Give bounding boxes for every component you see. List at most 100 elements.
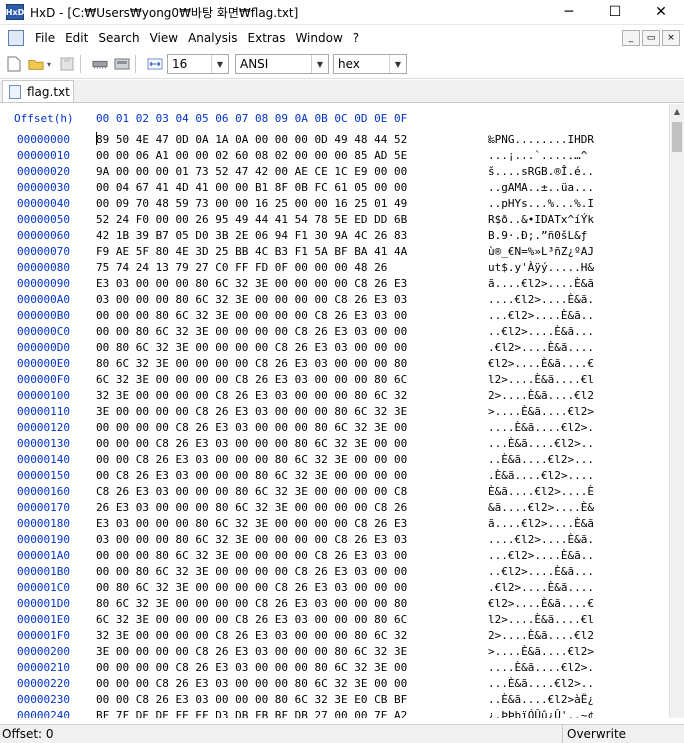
- row-offset[interactable]: 00000010: [17, 148, 70, 164]
- row-text[interactable]: È&ã....€l2>....È: [488, 484, 594, 500]
- row-text[interactable]: €l2>....È&ã....€: [488, 596, 594, 612]
- row-offset[interactable]: 000001E0: [17, 612, 70, 628]
- row-bytes[interactable]: 32 3E 00 00 00 00 C8 26 E3 03 00 00 00 8…: [96, 388, 407, 404]
- row-offset[interactable]: 000000F0: [17, 372, 70, 388]
- chevron-down-icon[interactable]: ▼: [389, 55, 406, 73]
- menu-edit[interactable]: Edit: [60, 31, 93, 45]
- row-bytes[interactable]: E3 03 00 00 00 80 6C 32 3E 00 00 00 00 C…: [96, 516, 407, 532]
- row-offset[interactable]: 00000170: [17, 500, 70, 516]
- row-bytes[interactable]: F9 AE 5F 80 4E 3D 25 BB 4C B3 F1 5A BF B…: [96, 244, 407, 260]
- row-bytes[interactable]: E3 03 00 00 00 80 6C 32 3E 00 00 00 00 C…: [96, 276, 407, 292]
- menu-extras[interactable]: Extras: [243, 31, 291, 45]
- row-bytes[interactable]: 00 00 00 80 6C 32 3E 00 00 00 00 C8 26 E…: [96, 548, 407, 564]
- row-bytes[interactable]: 00 00 00 00 C8 26 E3 03 00 00 00 80 6C 3…: [96, 420, 407, 436]
- row-offset[interactable]: 00000090: [17, 276, 70, 292]
- row-text[interactable]: 2>....È&ã....€l2: [488, 388, 594, 404]
- row-text[interactable]: .È&ã....€l2>....: [488, 468, 594, 484]
- row-text[interactable]: ...È&ã....€l2>..: [488, 436, 594, 452]
- row-text[interactable]: l2>....È&ã....€l: [488, 612, 594, 628]
- row-text[interactable]: B.9·.Ð;.”ñ0šL&ƒ: [488, 228, 587, 244]
- row-offset[interactable]: 00000080: [17, 260, 70, 276]
- row-offset[interactable]: 00000240: [17, 708, 70, 718]
- disk-icon[interactable]: [114, 56, 130, 72]
- row-text[interactable]: ..€l2>....È&ã...: [488, 324, 594, 340]
- row-offset[interactable]: 000000A0: [17, 292, 70, 308]
- row-bytes[interactable]: 42 1B 39 B7 05 D0 3B 2E 06 94 F1 30 9A 4…: [96, 228, 407, 244]
- chevron-down-icon[interactable]: ▼: [311, 55, 328, 73]
- row-offset[interactable]: 00000020: [17, 164, 70, 180]
- row-text[interactable]: R$ð..&•IDATx^íÝk: [488, 212, 594, 228]
- row-text[interactable]: ‰PNG........IHDR: [488, 132, 594, 148]
- row-bytes[interactable]: 6C 32 3E 00 00 00 00 C8 26 E3 03 00 00 0…: [96, 612, 407, 628]
- row-text[interactable]: &ã....€l2>....È&: [488, 500, 594, 516]
- row-bytes[interactable]: 00 00 00 80 6C 32 3E 00 00 00 00 C8 26 E…: [96, 308, 407, 324]
- menu-help[interactable]: ?: [348, 31, 364, 45]
- scrollbar-thumb[interactable]: [672, 122, 682, 152]
- row-bytes[interactable]: 00 C8 26 E3 03 00 00 00 80 6C 32 3E 00 0…: [96, 468, 407, 484]
- row-bytes[interactable]: 3E 00 00 00 00 C8 26 E3 03 00 00 00 80 6…: [96, 644, 407, 660]
- ram-chip-icon[interactable]: [92, 56, 108, 72]
- row-text[interactable]: ù®_€N=%»L³ñZ¿ºAJ: [488, 244, 594, 260]
- row-offset[interactable]: 00000030: [17, 180, 70, 196]
- row-text[interactable]: .€l2>....È&ã....: [488, 580, 594, 596]
- row-offset[interactable]: 000001F0: [17, 628, 70, 644]
- row-text[interactable]: ut$.y'Àÿý.....H&: [488, 260, 594, 276]
- row-bytes[interactable]: 6C 32 3E 00 00 00 00 C8 26 E3 03 00 00 0…: [96, 372, 407, 388]
- row-bytes[interactable]: 26 E3 03 00 00 00 80 6C 32 3E 00 00 00 0…: [96, 500, 407, 516]
- row-bytes[interactable]: 00 04 67 41 4D 41 00 00 B1 8F 0B FC 61 0…: [96, 180, 407, 196]
- row-offset[interactable]: 00000190: [17, 532, 70, 548]
- row-offset[interactable]: 000000D0: [17, 340, 70, 356]
- open-folder-icon[interactable]: [28, 56, 44, 72]
- row-offset[interactable]: 000000E0: [17, 356, 70, 372]
- menu-file[interactable]: File: [30, 31, 60, 45]
- row-bytes[interactable]: 75 74 24 13 79 27 C0 FF FD 0F 00 00 00 4…: [96, 260, 387, 276]
- chevron-down-icon[interactable]: ▼: [211, 55, 228, 73]
- save-icon[interactable]: [59, 56, 75, 72]
- row-offset[interactable]: 00000220: [17, 676, 70, 692]
- maximize-button[interactable]: ☐: [592, 0, 638, 24]
- row-bytes[interactable]: 00 00 80 6C 32 3E 00 00 00 00 C8 26 E3 0…: [96, 324, 407, 340]
- row-bytes[interactable]: 00 00 00 00 C8 26 E3 03 00 00 00 80 6C 3…: [96, 660, 407, 676]
- document-icon[interactable]: [8, 30, 24, 46]
- row-offset[interactable]: 00000160: [17, 484, 70, 500]
- row-bytes[interactable]: 00 00 80 6C 32 3E 00 00 00 00 C8 26 E3 0…: [96, 564, 407, 580]
- menu-window[interactable]: Window: [290, 31, 347, 45]
- row-text[interactable]: ...¡...`.....…­^: [488, 148, 587, 164]
- row-text[interactable]: l2>....È&ã....€l: [488, 372, 594, 388]
- row-offset[interactable]: 00000130: [17, 436, 70, 452]
- row-bytes[interactable]: 52 24 F0 00 00 26 95 49 44 41 54 78 5E E…: [96, 212, 407, 228]
- menu-search[interactable]: Search: [93, 31, 144, 45]
- row-bytes[interactable]: 32 3E 00 00 00 00 C8 26 E3 03 00 00 00 8…: [96, 628, 407, 644]
- close-button[interactable]: ✕: [638, 0, 684, 24]
- row-text[interactable]: ..€l2>....È&ã...: [488, 564, 594, 580]
- row-offset[interactable]: 00000200: [17, 644, 70, 660]
- mdi-close-button[interactable]: ×: [662, 30, 680, 46]
- row-bytes[interactable]: 3E 00 00 00 00 C8 26 E3 03 00 00 00 80 6…: [96, 404, 407, 420]
- row-bytes[interactable]: 00 00 C8 26 E3 03 00 00 00 80 6C 32 3E E…: [96, 692, 407, 708]
- row-bytes[interactable]: 00 80 6C 32 3E 00 00 00 00 C8 26 E3 03 0…: [96, 340, 407, 356]
- offset-base-select[interactable]: hex ▼: [333, 54, 407, 74]
- row-offset[interactable]: 000001B0: [17, 564, 70, 580]
- row-text[interactable]: ..È&ã....€l2>àË¿: [488, 692, 594, 708]
- row-text[interactable]: ....È&ã....€l2>.: [488, 660, 594, 676]
- row-text[interactable]: ....€l2>....È&ã.: [488, 532, 594, 548]
- row-offset[interactable]: 00000210: [17, 660, 70, 676]
- row-text[interactable]: ...È&ã....€l2>..: [488, 676, 594, 692]
- row-bytes[interactable]: BF 7F DE DE FE EF D3 DB FB BF DB 27 00 0…: [96, 708, 407, 718]
- row-bytes[interactable]: 03 00 00 00 80 6C 32 3E 00 00 00 00 C8 2…: [96, 532, 407, 548]
- row-bytes[interactable]: 00 00 00 C8 26 E3 03 00 00 00 80 6C 32 3…: [96, 436, 407, 452]
- row-bytes[interactable]: 00 09 70 48 59 73 00 00 16 25 00 00 16 2…: [96, 196, 407, 212]
- row-offset[interactable]: 00000120: [17, 420, 70, 436]
- row-bytes[interactable]: 80 6C 32 3E 00 00 00 00 C8 26 E3 03 00 0…: [96, 356, 407, 372]
- row-text[interactable]: ...€l2>....È&ã..: [488, 308, 594, 324]
- row-offset[interactable]: 000000C0: [17, 324, 70, 340]
- row-bytes[interactable]: 00 00 00 C8 26 E3 03 00 00 00 80 6C 32 3…: [96, 676, 407, 692]
- chevron-down-icon[interactable]: ▾: [45, 56, 53, 72]
- row-bytes[interactable]: 9A 00 00 00 01 73 52 47 42 00 AE CE 1C E…: [96, 164, 407, 180]
- row-text[interactable]: ..gAMA..±..üa...: [488, 180, 594, 196]
- row-offset[interactable]: 00000180: [17, 516, 70, 532]
- row-text[interactable]: ..pHYs...%...%.I: [488, 196, 594, 212]
- row-text[interactable]: ...€l2>....È&ã..: [488, 548, 594, 564]
- row-offset[interactable]: 00000100: [17, 388, 70, 404]
- row-bytes[interactable]: 00 00 06 A1 00 00 02 60 08 02 00 00 00 8…: [96, 148, 407, 164]
